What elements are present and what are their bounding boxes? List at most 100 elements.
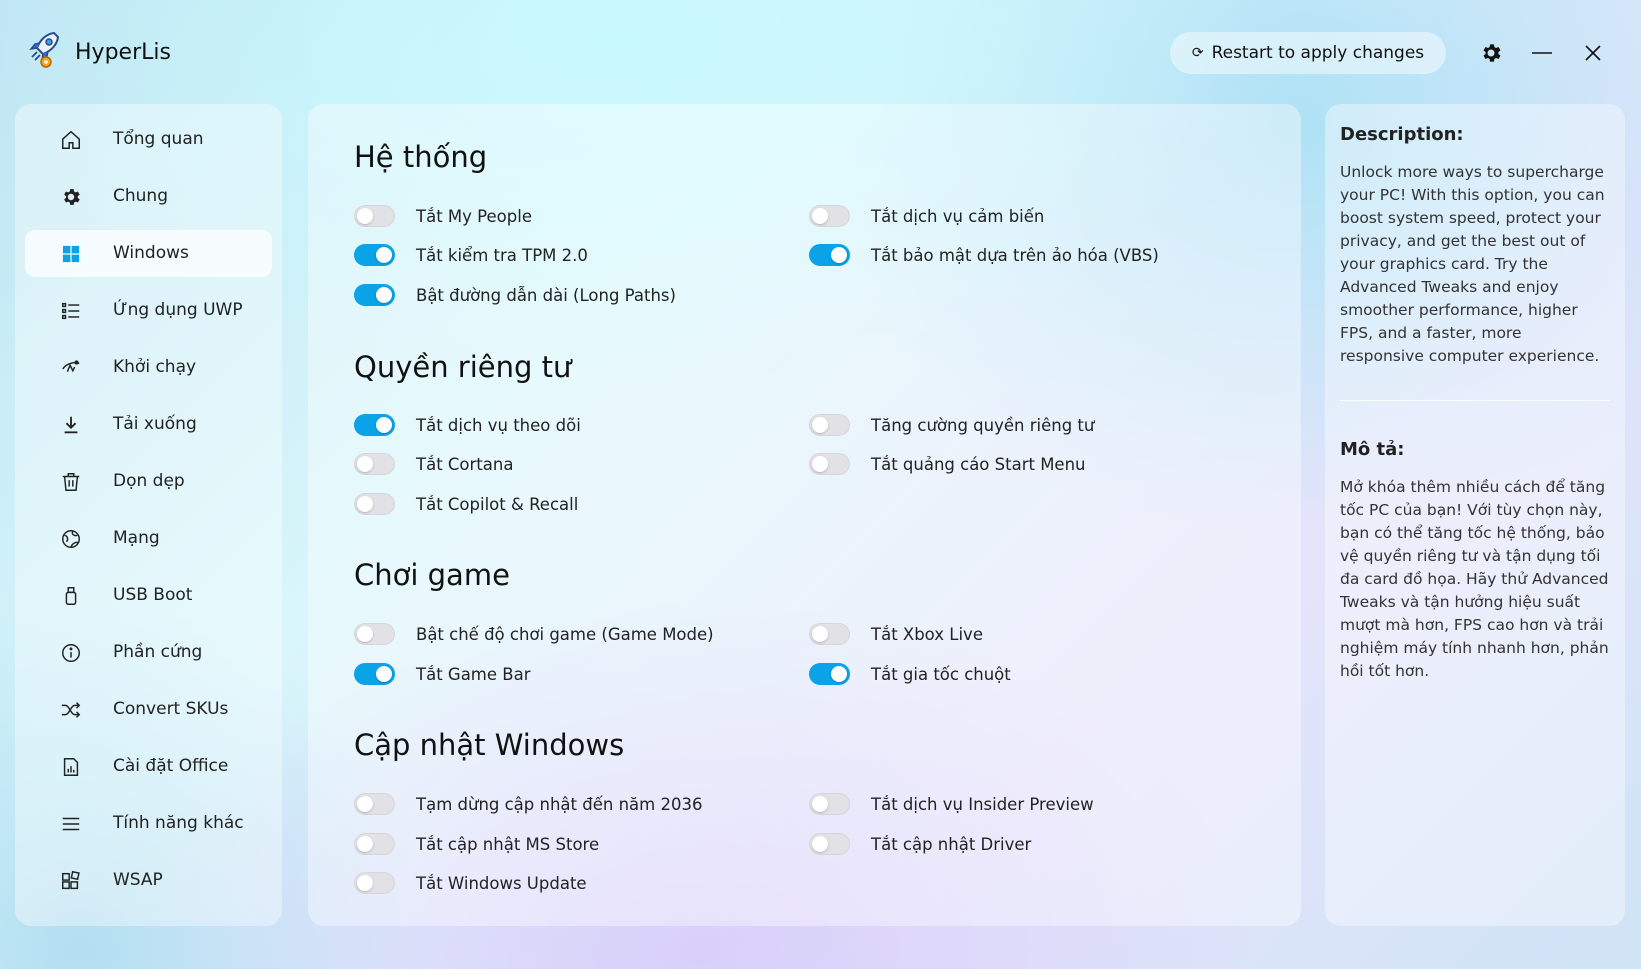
toggle-label: Tắt My People	[416, 206, 532, 226]
toggle-label: Tăng cường quyền riêng tư	[871, 415, 1095, 435]
globe-icon	[59, 527, 83, 551]
sidebar-item-khoi-chay[interactable]: Khởi chạy	[25, 344, 272, 391]
sidebar-item-label: Phần cứng	[113, 642, 203, 662]
toggle-switch[interactable]	[354, 205, 395, 227]
toggle-switch[interactable]	[354, 284, 395, 306]
menu-icon	[59, 812, 83, 836]
settings-gear-icon[interactable]	[1476, 38, 1506, 68]
sidebar-item-label: Tổng quan	[113, 129, 204, 149]
toggle-switch[interactable]	[354, 872, 395, 894]
office-icon	[59, 755, 83, 779]
sidebar-item-convert-skus[interactable]: Convert SKUs	[25, 686, 272, 733]
toggle-label: Tắt dịch vụ theo dõi	[416, 415, 581, 435]
toggle-label: Tạm dừng cập nhật đến năm 2036	[416, 794, 703, 814]
sidebar-item-tai-xuong[interactable]: Tải xuống	[25, 401, 272, 448]
close-icon[interactable]	[1578, 38, 1608, 68]
description-text-vi: Mở khóa thêm nhiều cách để tăng tốc PC c…	[1340, 478, 1609, 680]
toggle-switch[interactable]	[809, 833, 850, 855]
toggle-row[interactable]: Tắt Game Bar	[354, 659, 531, 689]
toggle-label: Bật đường dẫn dài (Long Paths)	[416, 285, 676, 305]
toggle-switch[interactable]	[354, 414, 395, 436]
toggle-row[interactable]: Tắt dịch vụ theo dõi	[354, 410, 581, 440]
toggle-switch[interactable]	[809, 663, 850, 685]
home-icon	[59, 128, 83, 152]
toggle-row[interactable]: Tắt Xbox Live	[809, 619, 983, 649]
toggle-label: Tắt quảng cáo Start Menu	[871, 454, 1086, 474]
toggle-switch[interactable]	[354, 244, 395, 266]
toggle-switch[interactable]	[809, 414, 850, 436]
toggle-switch[interactable]	[354, 793, 395, 815]
toggle-row[interactable]: Bật chế độ chơi game (Game Mode)	[354, 619, 714, 649]
toggle-row[interactable]: Tắt dịch vụ cảm biến	[809, 201, 1044, 231]
toggle-switch[interactable]	[354, 833, 395, 855]
sidebar-item-wsap[interactable]: WSAP	[25, 857, 272, 904]
sidebar-item-don-dep[interactable]: Dọn dẹp	[25, 458, 272, 505]
sidebar-item-cai-dat-office[interactable]: Cài đặt Office	[25, 743, 272, 790]
gear-icon	[59, 185, 83, 209]
section-title-privacy: Quyền riêng tư	[354, 350, 572, 384]
toggle-row[interactable]: Tắt quảng cáo Start Menu	[809, 449, 1086, 479]
app-title: HyperLis	[75, 40, 171, 65]
sidebar-item-usb-boot[interactable]: USB Boot	[25, 572, 272, 619]
toggle-switch[interactable]	[354, 663, 395, 685]
toggle-label: Tắt gia tốc chuột	[871, 664, 1011, 684]
restart-button[interactable]: ⟳ Restart to apply changes	[1170, 32, 1446, 74]
trash-icon	[59, 470, 83, 494]
sidebar-item-tong-quan[interactable]: Tổng quan	[25, 116, 272, 163]
toggle-label: Tắt Xbox Live	[871, 624, 983, 644]
sidebar-item-label: Tính năng khác	[113, 813, 244, 833]
sidebar-item-label: USB Boot	[113, 585, 193, 605]
sidebar-item-mang[interactable]: Mạng	[25, 515, 272, 562]
toggle-label: Tắt Game Bar	[416, 664, 531, 684]
toggle-row[interactable]: Tắt dịch vụ Insider Preview	[809, 789, 1094, 819]
sidebar-item-chung[interactable]: Chung	[25, 173, 272, 220]
toggle-row[interactable]: Tắt kiểm tra TPM 2.0	[354, 240, 588, 270]
sidebar-item-tinh-nang-khac[interactable]: Tính năng khác	[25, 800, 272, 847]
apps-icon	[59, 869, 83, 893]
toggle-switch[interactable]	[809, 205, 850, 227]
sidebar-item-label: Mạng	[113, 528, 160, 548]
description-heading-en: Description:	[1340, 124, 1464, 145]
sidebar-item-ung-dung-uwp[interactable]: Ứng dụng UWP	[25, 287, 272, 334]
title-bar: HyperLis ⟳ Restart to apply changes	[0, 0, 1641, 100]
windows-icon	[59, 242, 83, 266]
list-icon	[59, 299, 83, 323]
toggle-label: Tắt Copilot & Recall	[416, 494, 579, 514]
sidebar-item-phan-cung[interactable]: Phần cứng	[25, 629, 272, 676]
download-icon	[59, 413, 83, 437]
toggle-switch[interactable]	[809, 623, 850, 645]
toggle-switch[interactable]	[354, 493, 395, 515]
toggle-label: Tắt Cortana	[416, 454, 514, 474]
toggle-row[interactable]: Bật đường dẫn dài (Long Paths)	[354, 280, 676, 310]
description-divider	[1340, 400, 1610, 401]
toggle-row[interactable]: Tắt Cortana	[354, 449, 513, 479]
toggle-row[interactable]: Tắt gia tốc chuột	[809, 659, 1011, 689]
toggle-row[interactable]: Tắt cập nhật Driver	[809, 829, 1031, 859]
toggle-label: Tắt bảo mật dựa trên ảo hóa (VBS)	[871, 245, 1159, 265]
toggle-switch[interactable]	[809, 453, 850, 475]
toggle-row[interactable]: Tắt cập nhật MS Store	[354, 829, 599, 859]
toggle-row[interactable]: Tạm dừng cập nhật đến năm 2036	[354, 789, 702, 819]
shuffle-icon	[59, 698, 83, 722]
toggle-row[interactable]: Tắt Windows Update	[354, 868, 587, 898]
description-panel: Description: Unlock more ways to superch…	[1325, 104, 1625, 926]
sidebar-item-label: Khởi chạy	[113, 357, 197, 377]
sidebar-item-label: Chung	[113, 186, 168, 206]
info-icon	[59, 641, 83, 665]
toggle-row[interactable]: Tắt My People	[354, 201, 532, 231]
toggle-row[interactable]: Tăng cường quyền riêng tư	[809, 410, 1094, 440]
toggle-label: Tắt kiểm tra TPM 2.0	[416, 245, 588, 265]
toggle-switch[interactable]	[809, 244, 850, 266]
sidebar: Tổng quan Chung Windows Ứng dụng UWP Khở…	[15, 104, 282, 926]
toggle-row[interactable]: Tắt Copilot & Recall	[354, 489, 578, 519]
toggle-row[interactable]: Tắt bảo mật dựa trên ảo hóa (VBS)	[809, 240, 1159, 270]
toggle-label: Tắt Windows Update	[416, 873, 587, 893]
refresh-icon: ⟳	[1191, 45, 1204, 61]
sidebar-item-label: Dọn dẹp	[113, 471, 185, 491]
toggle-switch[interactable]	[354, 623, 395, 645]
section-title-gaming: Chơi game	[354, 558, 510, 592]
toggle-switch[interactable]	[354, 453, 395, 475]
sidebar-item-windows[interactable]: Windows	[25, 230, 272, 277]
minimize-icon[interactable]	[1527, 38, 1557, 68]
toggle-switch[interactable]	[809, 793, 850, 815]
